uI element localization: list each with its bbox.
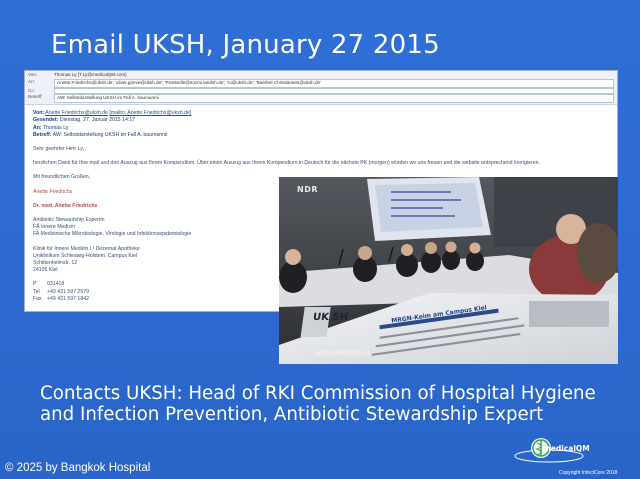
newspaper-masthead: UK SH [312,312,349,323]
message-body: herzlichen Dank für Ihre mail und den Au… [33,160,540,167]
quoted-from-mailto[interactable]: [mailto: Anette.Friedrichs@uksh.de] [109,110,191,116]
header-from-row: Von: Thomas Ly [T.Ly@medicalQM.com] [28,72,614,79]
header-to-field[interactable]: Anette.Friedrichs@uksh.de; 'oliver.griev… [54,78,614,88]
contact-value: +49 431 597 1842 [47,295,89,302]
contact-value: 031418 [47,281,65,288]
header-subject-row: Betreff: AW: Selbstdarstellung UKSH im F… [28,94,614,104]
quoted-subject-label: Betreff: [33,131,52,138]
header-subject-label: Betreff: [28,94,43,100]
quoted-sent-line: Gesendet: Dienstag, 27. Januar 2015 14:1… [33,117,609,124]
quoted-to-label: An: [33,124,42,131]
quoted-subject-value: AW: Selbstdarstellung UKSH im Fall A. ba… [52,131,168,138]
header-from-value: Thomas Ly [T.Ly@medicalQM.com] [54,72,127,77]
header-subject-field[interactable]: AW: Selbstdarstellung UKSH im Fall A. ba… [54,94,614,104]
copyright-text: © 2025 by Bangkok Hospital [5,462,151,474]
slide-caption: Contacts UKSH: Head of RKI Commission of… [40,383,620,425]
quoted-subject-line: Betreff: AW: Selbstdarstellung UKSH im F… [33,132,609,139]
contact-label: P [33,281,37,288]
photo-scene [279,177,618,364]
press-conference-photo: NDR UK SH MRGN-Keim am Campus Kiel NDR//… [279,177,618,364]
greeting: Sehr geehrter Herr Ly, [33,146,85,152]
caption-line: and Infection Prevention, Antibiotic Ste… [40,404,544,425]
header-to-label: An: [28,78,35,84]
quoted-from-label: Von: [33,110,45,117]
header-cc-field[interactable] [54,87,614,95]
quoted-from-address[interactable]: Anette Friedrichs@uksh.de [45,110,108,116]
header-from-label: Von: [28,72,38,77]
quoted-sent-value: Dienstag, 27. Januar 2015 14:17 [59,117,136,124]
ndr-aktuell-ticker: NDR//AKTUELL [315,349,372,357]
quoted-to-value: Thomas Ly [43,124,69,131]
header-cc-row: Cc: [28,87,614,95]
contact-label: Tel [33,288,40,295]
header-cc-label: Cc: [28,87,35,93]
slide-title: Email UKSH, January 27 2015 [51,30,440,60]
ndr-logo: NDR [297,185,318,194]
logo-copyright: Copyright InfectCore 2018 [559,470,618,476]
quoted-sent-label: Gesendet: [33,117,59,124]
header-to-row: An: Anette.Friedrichs@uksh.de; 'oliver.g… [28,78,614,88]
quoted-to-line: An: Thomas Ly [33,125,609,132]
email-header-fields: Von: Thomas Ly [T.Ly@medicalQM.com] An: … [25,71,617,106]
quoted-from-line: Von: Anette Friedrichs@uksh.de [mailto: … [33,110,609,117]
contact-label: Fax [33,295,42,302]
logo-text: medicalQM [543,444,590,453]
contact-value: +49 431 597 2579 [47,288,89,295]
caption-line: Contacts UKSH: Head of RKI Commission of… [40,383,596,404]
